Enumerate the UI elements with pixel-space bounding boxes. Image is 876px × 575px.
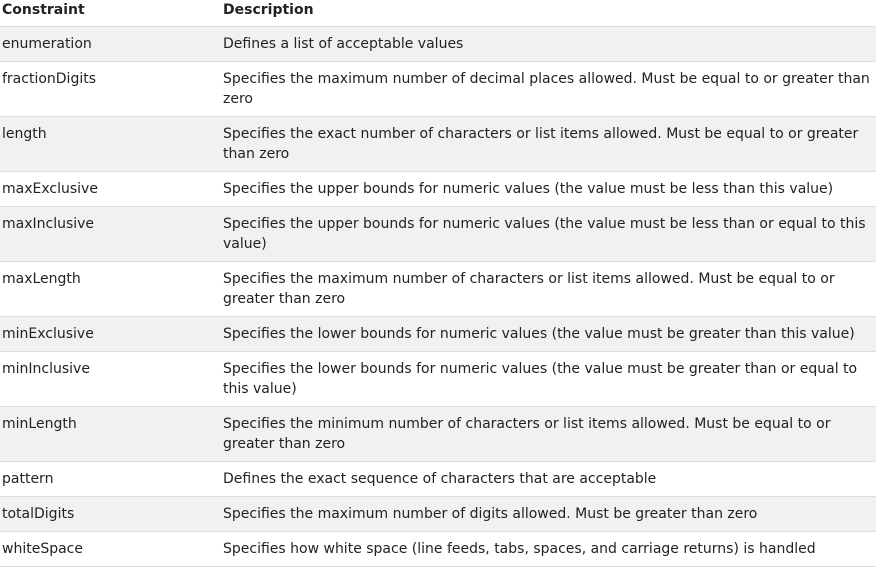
table-row: whiteSpace Specifies how white space (li… [0,531,876,567]
constraint-cell: totalDigits [0,496,221,532]
constraint-cell: pattern [0,461,221,497]
constraint-cell: maxInclusive [0,206,221,262]
constraints-table: Constraint Description enumeration Defin… [0,0,876,567]
constraint-cell: fractionDigits [0,61,221,117]
table-row: minInclusive Specifies the lower bounds … [0,351,876,407]
description-cell: Defines the exact sequence of characters… [221,461,876,497]
description-cell: Specifies the lower bounds for numeric v… [221,351,876,407]
column-header-description: Description [221,0,876,27]
constraint-cell: enumeration [0,26,221,62]
header-row: Constraint Description [0,0,876,27]
description-cell: Specifies the minimum number of characte… [221,406,876,462]
table-row: minLength Specifies the minimum number o… [0,406,876,462]
description-cell: Specifies the upper bounds for numeric v… [221,206,876,262]
constraint-cell: maxLength [0,261,221,317]
table-row: length Specifies the exact number of cha… [0,116,876,172]
table-row: fractionDigits Specifies the maximum num… [0,61,876,117]
description-cell: Defines a list of acceptable values [221,26,876,62]
table-row: maxExclusive Specifies the upper bounds … [0,171,876,207]
table-row: maxLength Specifies the maximum number o… [0,261,876,317]
table-header: Constraint Description [0,0,876,27]
description-cell: Specifies the maximum number of characte… [221,261,876,317]
table-body: enumeration Defines a list of acceptable… [0,26,876,567]
table-row: minExclusive Specifies the lower bounds … [0,316,876,352]
description-cell: Specifies the lower bounds for numeric v… [221,316,876,352]
table-row: maxInclusive Specifies the upper bounds … [0,206,876,262]
description-cell: Specifies the maximum number of decimal … [221,61,876,117]
constraint-cell: minLength [0,406,221,462]
table-row: enumeration Defines a list of acceptable… [0,26,876,62]
constraint-cell: minExclusive [0,316,221,352]
constraint-cell: minInclusive [0,351,221,407]
column-header-constraint: Constraint [0,0,221,27]
constraint-cell: whiteSpace [0,531,221,567]
table-row: totalDigits Specifies the maximum number… [0,496,876,532]
constraint-cell: length [0,116,221,172]
description-cell: Specifies how white space (line feeds, t… [221,531,876,567]
description-cell: Specifies the exact number of characters… [221,116,876,172]
description-cell: Specifies the maximum number of digits a… [221,496,876,532]
constraint-cell: maxExclusive [0,171,221,207]
table-row: pattern Defines the exact sequence of ch… [0,461,876,497]
description-cell: Specifies the upper bounds for numeric v… [221,171,876,207]
